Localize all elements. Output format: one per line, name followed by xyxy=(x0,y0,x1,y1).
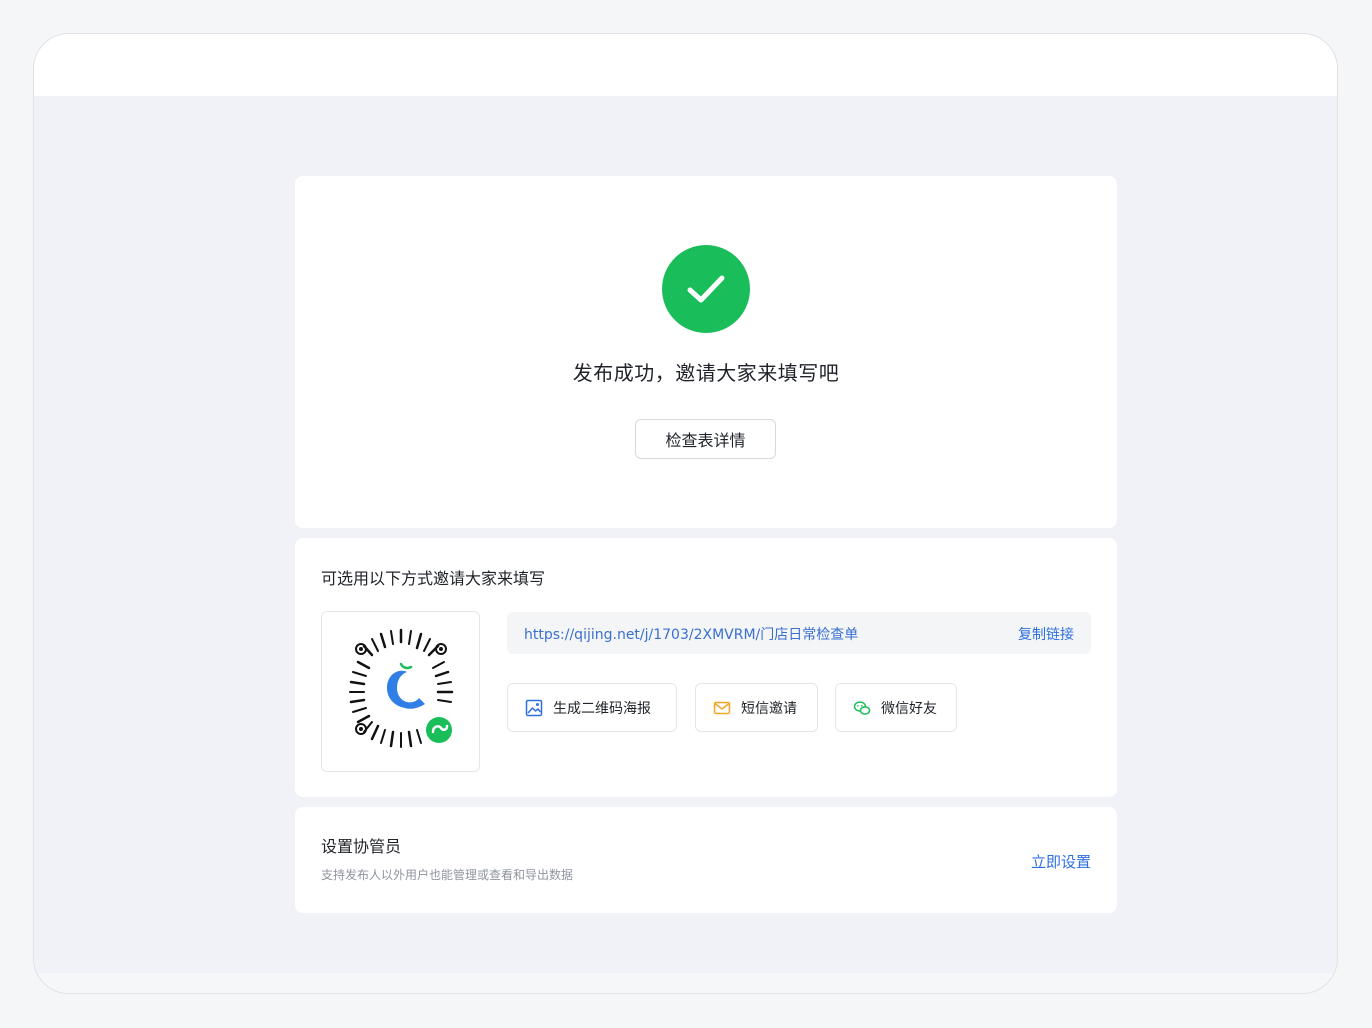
co-admin-card: 设置协管员 支持发布人以外用户也能管理或查看和导出数据 立即设置 xyxy=(295,807,1117,913)
sms-invite-button[interactable]: 短信邀请 xyxy=(695,683,818,732)
invite-card: 可选用以下方式邀请大家来填写 https://qijing.net/j/1703… xyxy=(295,538,1117,797)
copy-link-button[interactable]: 复制链接 xyxy=(1018,624,1074,644)
invite-title: 可选用以下方式邀请大家来填写 xyxy=(321,569,546,588)
mini-program-qr-code[interactable] xyxy=(321,611,480,772)
success-title: 发布成功，邀请大家来填写吧 xyxy=(572,361,840,385)
sms-invite-label: 短信邀请 xyxy=(741,700,797,717)
setup-now-link[interactable]: 立即设置 xyxy=(1031,851,1091,872)
wechat-friend-button[interactable]: 微信好友 xyxy=(835,683,957,732)
image-icon xyxy=(525,699,543,717)
co-admin-title: 设置协管员 xyxy=(321,837,402,856)
wechat-icon xyxy=(853,699,871,717)
qr-code-icon xyxy=(348,628,453,748)
check-circle-icon xyxy=(662,245,750,333)
wechat-friend-label: 微信好友 xyxy=(881,700,937,717)
share-link-text[interactable]: https://qijing.net/j/1703/2XMVRM/门店日常检查单 xyxy=(524,624,858,644)
publish-success-card: 发布成功，邀请大家来填写吧 检查表详情 xyxy=(295,176,1117,528)
content-area: 发布成功，邀请大家来填写吧 检查表详情 可选用以下方式邀请大家来填写 https… xyxy=(34,96,1337,993)
device-frame: 发布成功，邀请大家来填写吧 检查表详情 可选用以下方式邀请大家来填写 https… xyxy=(33,33,1338,994)
share-link-row: https://qijing.net/j/1703/2XMVRM/门店日常检查单… xyxy=(507,612,1091,654)
generate-qr-poster-button[interactable]: 生成二维码海报 xyxy=(507,683,677,732)
generate-qr-poster-label: 生成二维码海报 xyxy=(553,700,651,717)
bottom-strip xyxy=(34,973,1337,993)
top-bar xyxy=(34,34,1337,96)
co-admin-description: 支持发布人以外用户也能管理或查看和导出数据 xyxy=(321,868,574,882)
mail-icon xyxy=(713,699,731,717)
view-detail-button[interactable]: 检查表详情 xyxy=(635,419,776,459)
